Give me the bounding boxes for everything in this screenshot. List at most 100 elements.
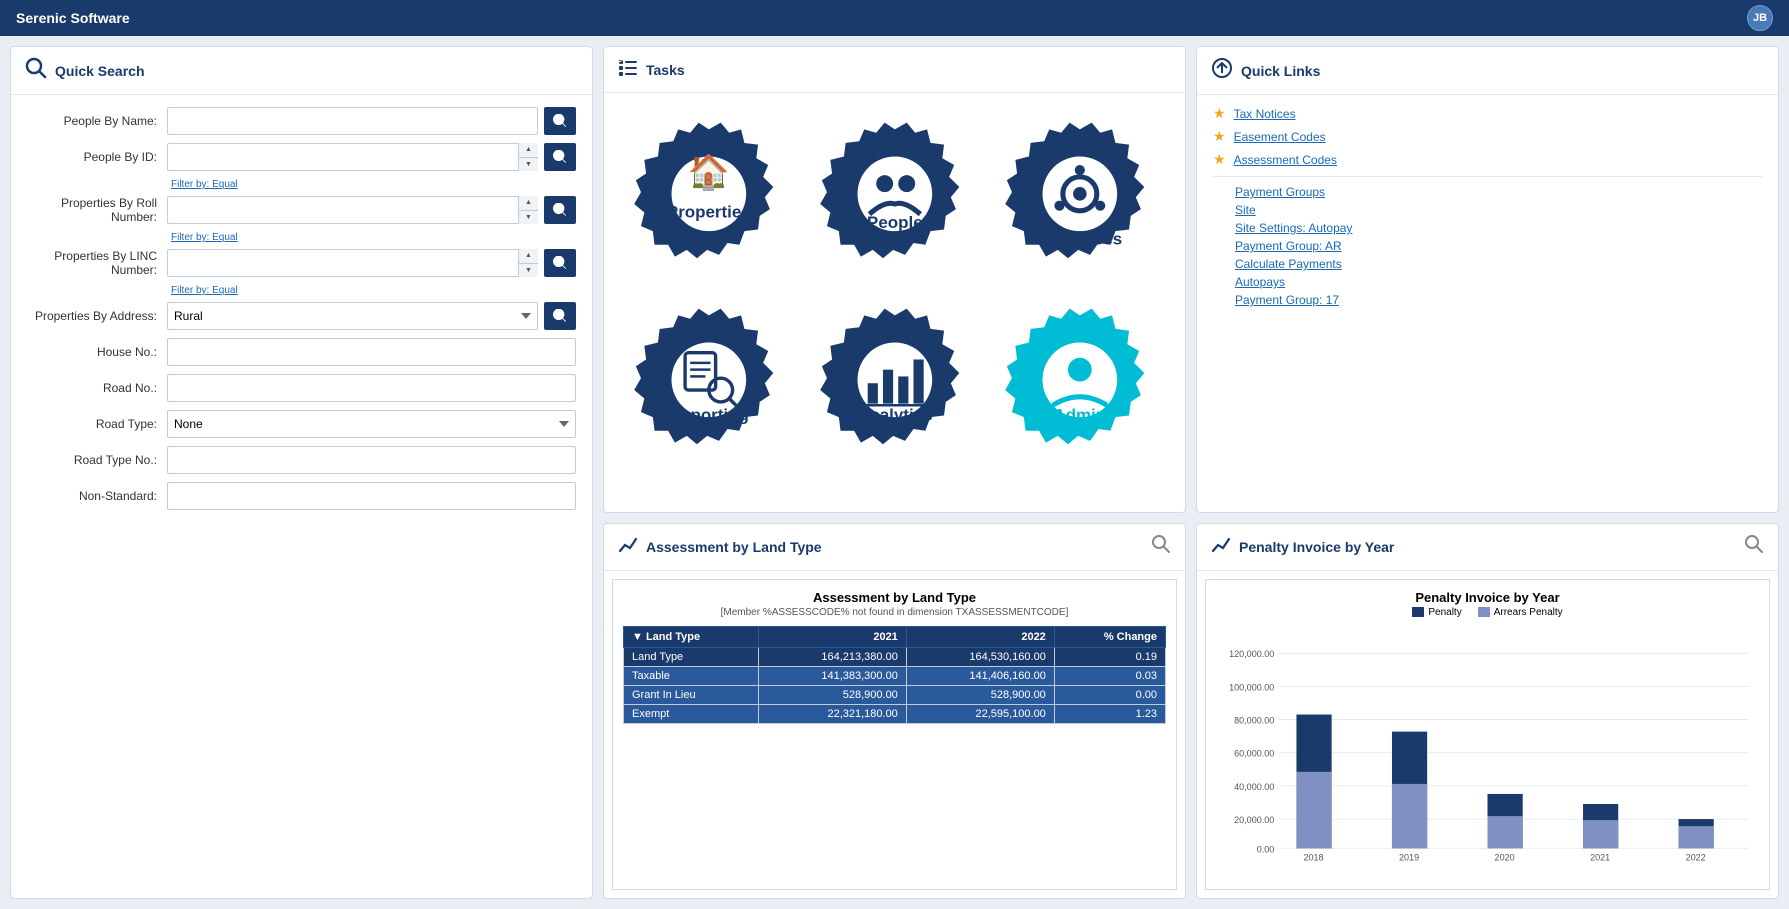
- prop-roll-label: Properties By RollNumber:: [27, 196, 167, 224]
- prop-roll-up[interactable]: ▲: [519, 196, 538, 211]
- people-by-name-search-button[interactable]: [544, 107, 576, 135]
- starred-link-tax-notices: ★ Tax Notices: [1213, 105, 1762, 122]
- user-avatar[interactable]: JB: [1747, 5, 1773, 31]
- svg-text:2021: 2021: [1590, 852, 1610, 862]
- road-no-input[interactable]: [167, 374, 576, 402]
- svg-text:Analytics: Analytics: [857, 405, 932, 424]
- svg-text:2020: 2020: [1495, 852, 1515, 862]
- starred-link-easement-codes: ★ Easement Codes: [1213, 128, 1762, 145]
- easement-codes-link[interactable]: Easement Codes: [1234, 130, 1326, 144]
- prop-roll-input[interactable]: [167, 196, 538, 224]
- site-link[interactable]: Site: [1213, 203, 1762, 217]
- tasks-panel: Tasks 🏠 Properties: [603, 46, 1186, 513]
- road-type-no-label: Road Type No.:: [27, 453, 167, 467]
- svg-text:80,000.00: 80,000.00: [1234, 715, 1274, 725]
- calculate-payments-link[interactable]: Calculate Payments: [1213, 257, 1762, 271]
- prop-roll-search-button[interactable]: [544, 196, 576, 224]
- road-type-select[interactable]: None Avenue Street Drive Road: [167, 410, 576, 438]
- cell-pct-exempt: 1.23: [1054, 704, 1165, 723]
- bar-2020-arrears: [1488, 816, 1523, 848]
- svg-text:60,000.00: 60,000.00: [1234, 748, 1274, 758]
- quick-links-title: Quick Links: [1241, 63, 1320, 79]
- people-by-id-spinners: ▲ ▼: [518, 143, 538, 171]
- prop-address-search-button[interactable]: [544, 302, 576, 330]
- prop-roll-field: ▲ ▼: [167, 196, 538, 224]
- svg-text:0.00: 0.00: [1257, 844, 1275, 854]
- svg-text:2018: 2018: [1303, 852, 1323, 862]
- assessment-panel: Assessment by Land Type Assessment by La…: [603, 523, 1186, 899]
- site-settings-autopay-link[interactable]: Site Settings: Autopay: [1213, 221, 1762, 235]
- penalty-chart-left: Penalty Invoice by Year: [1211, 535, 1394, 558]
- cell-2021-grant: 528,900.00: [758, 685, 906, 704]
- task-properties[interactable]: 🏠 Properties: [624, 109, 794, 279]
- quick-search-title: Quick Search: [55, 63, 145, 79]
- prop-address-row: Properties By Address: Rural Urban: [27, 302, 576, 330]
- svg-text:Admin: Admin: [1054, 405, 1107, 424]
- penalty-chart-search-icon[interactable]: [1744, 534, 1764, 560]
- svg-text:🏠: 🏠: [688, 154, 730, 192]
- house-no-label: House No.:: [27, 345, 167, 359]
- people-by-id-down[interactable]: ▼: [519, 158, 538, 172]
- penalty-chart-legend: Penalty Arrears Penalty: [1412, 607, 1562, 618]
- cell-land-grant: Grant In Lieu: [624, 685, 759, 704]
- legend-arrears-label: Arrears Penalty: [1494, 607, 1563, 618]
- prop-linc-spinners: ▲ ▼: [518, 249, 538, 277]
- road-type-label: Road Type:: [27, 417, 167, 431]
- people-by-id-label: People By ID:: [27, 150, 167, 164]
- prop-address-select[interactable]: Rural Urban: [167, 302, 538, 330]
- prop-linc-filter[interactable]: Filter by: Equal: [171, 285, 238, 296]
- people-by-name-label: People By Name:: [27, 114, 167, 128]
- assessment-chart-search-icon[interactable]: [1151, 534, 1171, 560]
- penalty-inner-title: Penalty Invoice by Year: [1415, 590, 1559, 605]
- house-no-input[interactable]: [167, 338, 576, 366]
- quick-links-icon: [1211, 57, 1233, 84]
- non-standard-row: Non-Standard:: [27, 482, 576, 510]
- prop-roll-down[interactable]: ▼: [519, 211, 538, 225]
- non-standard-input[interactable]: [167, 482, 576, 510]
- tax-notices-link[interactable]: Tax Notices: [1234, 107, 1296, 121]
- payment-group-ar-link[interactable]: Payment Group: AR: [1213, 239, 1762, 253]
- payment-group-17-link[interactable]: Payment Group: 17: [1213, 293, 1762, 307]
- penalty-chart-header: Penalty Invoice by Year: [1197, 524, 1778, 571]
- prop-linc-field: ▲ ▼: [167, 249, 538, 277]
- star-icon-2: ★: [1213, 128, 1226, 145]
- svg-text:2022: 2022: [1686, 852, 1706, 862]
- assessment-inner-title: Assessment by Land Type: [813, 590, 976, 605]
- legend-penalty-color: [1412, 607, 1424, 617]
- prop-linc-up[interactable]: ▲: [519, 249, 538, 264]
- prop-linc-input[interactable]: [167, 249, 538, 277]
- assessment-inner-subtitle: [Member %ASSESSCODE% not found in dimens…: [721, 607, 1069, 618]
- task-admin[interactable]: Admin: [995, 295, 1165, 465]
- autopays-link[interactable]: Autopays: [1213, 275, 1762, 289]
- prop-linc-down[interactable]: ▼: [519, 264, 538, 278]
- prop-linc-search-button[interactable]: [544, 249, 576, 277]
- non-standard-label: Non-Standard:: [27, 489, 167, 503]
- cell-pct-grant: 0.00: [1054, 685, 1165, 704]
- payment-groups-link[interactable]: Payment Groups: [1213, 185, 1762, 199]
- tasks-title: Tasks: [646, 62, 685, 78]
- people-by-id-up[interactable]: ▲: [519, 143, 538, 158]
- cell-2022-total: 164,530,160.00: [906, 647, 1054, 666]
- penalty-chart-icon: [1211, 535, 1231, 558]
- cell-pct-taxable: 0.03: [1054, 666, 1165, 685]
- main-container: Quick Search People By Name: People By I…: [0, 36, 1789, 909]
- people-by-id-search-button[interactable]: [544, 143, 576, 171]
- people-by-id-filter[interactable]: Filter by: Equal: [171, 179, 238, 190]
- quick-search-panel: Quick Search People By Name: People By I…: [10, 46, 593, 899]
- prop-roll-filter[interactable]: Filter by: Equal: [171, 232, 238, 243]
- star-icon-3: ★: [1213, 151, 1226, 168]
- road-type-no-input[interactable]: [167, 446, 576, 474]
- col-land-type: ▼ Land Type: [624, 626, 759, 647]
- people-by-name-input[interactable]: [167, 107, 538, 135]
- assessment-codes-link[interactable]: Assessment Codes: [1234, 153, 1337, 167]
- assessment-chart-inner: Assessment by Land Type [Member %ASSESSC…: [612, 579, 1177, 890]
- task-analytics[interactable]: Analytics: [810, 295, 980, 465]
- quick-links-body: ★ Tax Notices ★ Easement Codes ★ Assessm…: [1197, 95, 1778, 321]
- people-by-id-input[interactable]: [167, 143, 538, 171]
- task-people[interactable]: People: [810, 109, 980, 279]
- task-reporting[interactable]: Reporting: [624, 295, 794, 465]
- task-processes[interactable]: Processes: [995, 109, 1165, 279]
- prop-address-label: Properties By Address:: [27, 309, 167, 323]
- house-no-row: House No.:: [27, 338, 576, 366]
- people-by-id-row: People By ID: ▲ ▼: [27, 143, 576, 171]
